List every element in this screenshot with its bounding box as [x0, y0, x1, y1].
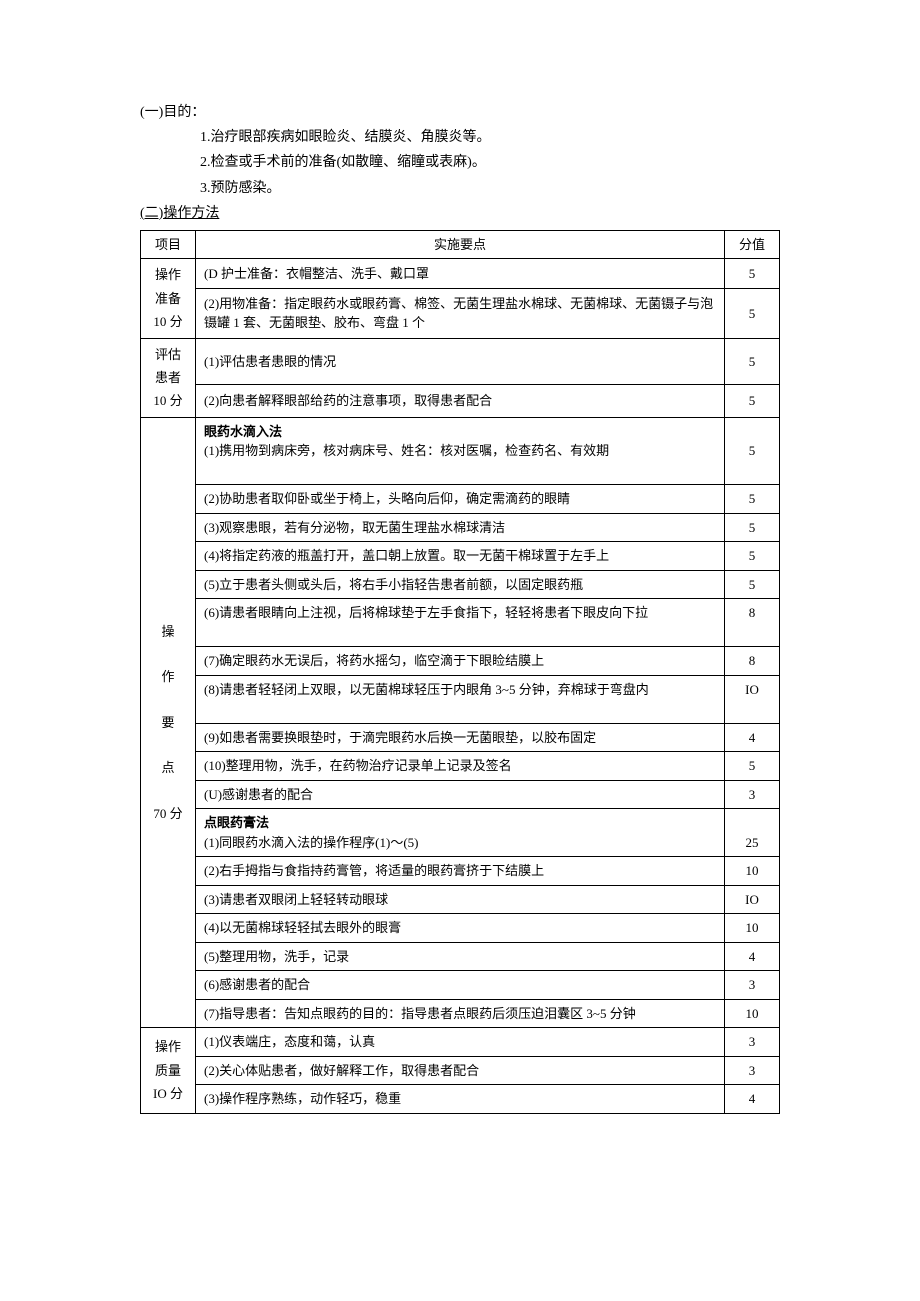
cell-score: 5: [725, 485, 780, 514]
cell-desc: (2)向患者解释眼部给药的注意事项，取得患者配合: [196, 385, 725, 418]
cell-score: 5: [725, 288, 780, 338]
table-row: (U)感谢患者的配合 3: [141, 780, 780, 809]
cell-desc: (4)以无菌棉球轻轻拭去眼外的眼膏: [196, 914, 725, 943]
table-row: (4)以无菌棉球轻轻拭去眼外的眼膏 10: [141, 914, 780, 943]
cell-score: IO: [725, 675, 780, 723]
cell-desc: (2)协助患者取仰卧或坐于椅上，头略向后仰，确定需滴药的眼睛: [196, 485, 725, 514]
table-row: (2)用物准备：指定眼药水或眼药膏、棉签、无菌生理盐水棉球、无菌棉球、无菌镊子与…: [141, 288, 780, 338]
cell-score: 10: [725, 857, 780, 886]
table-row: (3)观察患眼，若有分泌物，取无菌生理盐水棉球清洁 5: [141, 513, 780, 542]
cell-desc: (1)仪表端庄，态度和蔼，认真: [196, 1028, 725, 1057]
cell-desc: (3)观察患眼，若有分泌物，取无菌生理盐水棉球清洁: [196, 513, 725, 542]
table-row: (7)指导患者：告知点眼药的目的：指导患者点眼药后须压迫泪囊区 3~5 分钟 1…: [141, 999, 780, 1028]
table-row: (2)协助患者取仰卧或坐于椅上，头略向后仰，确定需滴药的眼睛 5: [141, 485, 780, 514]
cell-desc: (9)如患者需要换眼垫时，于滴完眼药水后换一无菌眼垫，以胶布固定: [196, 723, 725, 752]
cell-desc: (6)感谢患者的配合: [196, 971, 725, 1000]
cell-desc: (8)请患者轻轻闭上双眼，以无菌棉球轻压于内眼角 3~5 分钟，弃棉球于弯盘内: [196, 675, 725, 723]
cell-desc: (7)指导患者：告知点眼药的目的：指导患者点眼药后须压迫泪囊区 3~5 分钟: [196, 999, 725, 1028]
table-row: (5)立于患者头侧或头后，将右手小指轻告患者前额，以固定眼药瓶 5: [141, 570, 780, 599]
cell-score: 4: [725, 1085, 780, 1114]
cell-score: IO: [725, 885, 780, 914]
cell-desc: (5)立于患者头侧或头后，将右手小指轻告患者前额，以固定眼药瓶: [196, 570, 725, 599]
table-row: (2)关心体贴患者，做好解释工作，取得患者配合 3: [141, 1056, 780, 1085]
cell-score: 5: [725, 570, 780, 599]
cell-desc: (D 护士准备：衣帽整洁、洗手、戴口罩: [196, 259, 725, 288]
cell-score: 8: [725, 647, 780, 676]
table-row: 操作 质量 IO 分 (1)仪表端庄，态度和蔼，认真 3: [141, 1028, 780, 1057]
section-label-eval: 评估 患者 10 分: [141, 338, 196, 417]
table-header-row: 项目 实施要点 分值: [141, 230, 780, 259]
heading-operation: (二)操作方法: [140, 201, 780, 226]
cell-desc: (2)关心体贴患者，做好解释工作，取得患者配合: [196, 1056, 725, 1085]
cell-score: 4: [725, 942, 780, 971]
cell-desc: (U)感谢患者的配合: [196, 780, 725, 809]
cell-desc: (7)确定眼药水无误后，将药水摇匀，临空滴于下眼睑结膜上: [196, 647, 725, 676]
table-row: 操作 准备 10 分 (D 护士准备：衣帽整洁、洗手、戴口罩 5: [141, 259, 780, 288]
cell-score: 8: [725, 599, 780, 647]
table-row: (9)如患者需要换眼垫时，于滴完眼药水后换一无菌眼垫，以胶布固定 4: [141, 723, 780, 752]
cell-score: 5: [725, 417, 780, 485]
cell-desc: (1)评估患者患眼的情况: [196, 338, 725, 384]
cell-score: 5: [725, 259, 780, 288]
cell-desc: (6)请患者眼睛向上注视，后将棉球垫于左手食指下，轻轻将患者下眼皮向下拉: [196, 599, 725, 647]
table-row: (8)请患者轻轻闭上双眼，以无菌棉球轻压于内眼角 3~5 分钟，弃棉球于弯盘内 …: [141, 675, 780, 723]
cell-score: 5: [725, 542, 780, 571]
table-row: 点眼药膏法 (1)同眼药水滴入法的操作程序(1)～(5) 25: [141, 809, 780, 857]
header-points: 实施要点: [196, 230, 725, 259]
section-label-prep: 操作 准备 10 分: [141, 259, 196, 338]
purpose-item-2: 2.检查或手术前的准备(如散瞳、缩瞳或表麻)。: [140, 150, 780, 175]
purpose-item-3: 3.预防感染。: [140, 176, 780, 201]
cell-desc: (3)操作程序熟练，动作轻巧，稳重: [196, 1085, 725, 1114]
cell-score: 5: [725, 513, 780, 542]
cell-desc: (3)请患者双眼闭上轻轻转动眼球: [196, 885, 725, 914]
cell-desc: 眼药水滴入法 (1)携用物到病床旁，核对病床号、姓名：核对医嘱，检查药名、有效期: [196, 417, 725, 485]
table-row: (2)右手拇指与食指持药膏管，将适量的眼药膏挤于下结膜上 10: [141, 857, 780, 886]
purpose-item-1: 1.治疗眼部疾病如眼睑炎、结膜炎、角膜炎等。: [140, 125, 780, 150]
cell-desc: (4)将指定药液的瓶盖打开，盖口朝上放置。取一无菌干棉球置于左手上: [196, 542, 725, 571]
table-row: (6)感谢患者的配合 3: [141, 971, 780, 1000]
section-label-quality: 操作 质量 IO 分: [141, 1028, 196, 1114]
cell-score: 25: [725, 809, 780, 857]
header-score: 分值: [725, 230, 780, 259]
cell-score: 3: [725, 1056, 780, 1085]
cell-score: 10: [725, 999, 780, 1028]
cell-desc: 点眼药膏法 (1)同眼药水滴入法的操作程序(1)～(5): [196, 809, 725, 857]
cell-score: 3: [725, 780, 780, 809]
cell-desc: (2)用物准备：指定眼药水或眼药膏、棉签、无菌生理盐水棉球、无菌棉球、无菌镊子与…: [196, 288, 725, 338]
cell-desc: (2)右手拇指与食指持药膏管，将适量的眼药膏挤于下结膜上: [196, 857, 725, 886]
table-row: (5)整理用物，洗手，记录 4: [141, 942, 780, 971]
cell-desc: (5)整理用物，洗手，记录: [196, 942, 725, 971]
cell-desc: (10)整理用物，洗手，在药物治疗记录单上记录及签名: [196, 752, 725, 781]
table-row: 评估 患者 10 分 (1)评估患者患眼的情况 5: [141, 338, 780, 384]
table-row: (3)操作程序熟练，动作轻巧，稳重 4: [141, 1085, 780, 1114]
table-row: (4)将指定药液的瓶盖打开，盖口朝上放置。取一无菌干棉球置于左手上 5: [141, 542, 780, 571]
section-label-main: 操 作 要 点 70 分: [141, 417, 196, 1028]
cell-score: 5: [725, 752, 780, 781]
table-row: (7)确定眼药水无误后，将药水摇匀，临空滴于下眼睑结膜上 8: [141, 647, 780, 676]
cell-score: 10: [725, 914, 780, 943]
table-row: (3)请患者双眼闭上轻轻转动眼球 IO: [141, 885, 780, 914]
table-row: 操 作 要 点 70 分 眼药水滴入法 (1)携用物到病床旁，核对病床号、姓名：…: [141, 417, 780, 485]
table-row: (2)向患者解释眼部给药的注意事项，取得患者配合 5: [141, 385, 780, 418]
operation-table: 项目 实施要点 分值 操作 准备 10 分 (D 护士准备：衣帽整洁、洗手、戴口…: [140, 230, 780, 1114]
cell-score: 4: [725, 723, 780, 752]
cell-score: 5: [725, 338, 780, 384]
table-row: (10)整理用物，洗手，在药物治疗记录单上记录及签名 5: [141, 752, 780, 781]
heading-purpose: (一)目的：: [140, 100, 780, 125]
cell-score: 3: [725, 1028, 780, 1057]
table-row: (6)请患者眼睛向上注视，后将棉球垫于左手食指下，轻轻将患者下眼皮向下拉 8: [141, 599, 780, 647]
cell-score: 3: [725, 971, 780, 1000]
cell-score: 5: [725, 385, 780, 418]
header-project: 项目: [141, 230, 196, 259]
